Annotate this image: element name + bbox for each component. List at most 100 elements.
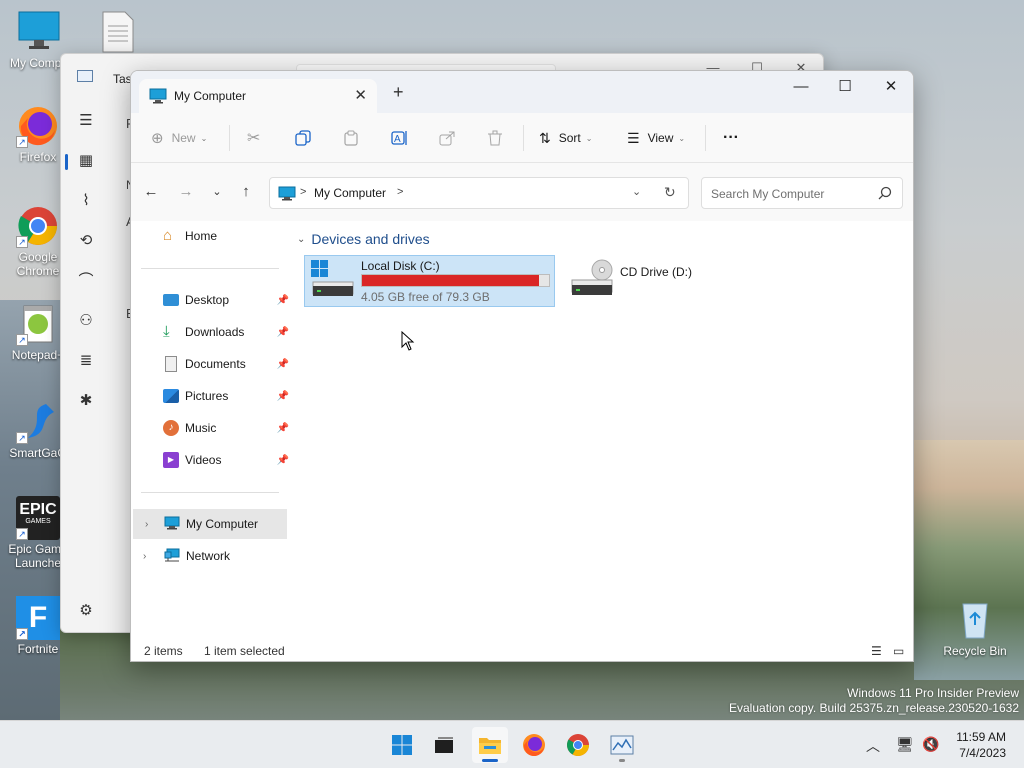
paste-button[interactable]	[343, 127, 359, 149]
desktop-icon-label: Fortnite	[17, 642, 59, 656]
desktop-icon-recycle-bin[interactable]: Recycle Bin	[942, 598, 1008, 658]
sidebar-item-label: Downloads	[185, 325, 245, 339]
address-bar[interactable]: > My Computer > ⌄ ↻	[269, 177, 689, 209]
section-title: Devices and drives	[311, 231, 430, 247]
navigation-bar: ← → ⌄ ↑ > My Computer > ⌄ ↻ Search My Co…	[131, 163, 913, 221]
view-button[interactable]: ☰ View ⌄	[627, 127, 685, 149]
nav-selection-indicator	[65, 154, 68, 170]
sidebar-item-pictures[interactable]: Pictures 📌	[131, 381, 289, 411]
shortcut-arrow-icon: ↗	[16, 136, 28, 148]
svg-text:A: A	[394, 134, 401, 145]
processes-icon[interactable]: ▦	[75, 150, 97, 172]
share-icon	[439, 131, 455, 146]
more-options-button[interactable]: ···	[723, 127, 739, 149]
desktop-icon-label: Recycle Bin	[943, 644, 1007, 658]
show-hidden-icons-chevron-icon[interactable]: ︿	[866, 736, 880, 756]
taskbar: ︿ 🖥 🔇 11:59 AM 7/4/2023	[0, 720, 1024, 768]
epic-logo-subtext: GAMES	[25, 518, 51, 525]
sidebar-item-videos[interactable]: ▶ Videos 📌	[131, 445, 289, 475]
rename-button[interactable]: A	[391, 127, 409, 149]
address-history-chevron-icon[interactable]: ⌄	[632, 185, 641, 198]
startup-apps-icon[interactable]: ⌒	[75, 270, 97, 292]
sidebar-item-desktop[interactable]: Desktop 📌	[131, 285, 289, 315]
section-header-devices[interactable]: ⌄ Devices and drives	[297, 231, 430, 247]
settings-gear-icon[interactable]: ⚙	[75, 600, 97, 622]
refresh-icon[interactable]: ↻	[664, 184, 676, 201]
taskbar-file-explorer[interactable]	[472, 727, 508, 763]
search-input[interactable]: Search My Computer	[701, 177, 903, 209]
clock-date: 7/4/2023	[959, 746, 1006, 760]
tiles-view-icon[interactable]: ▭	[893, 644, 904, 658]
minimize-icon[interactable]: —	[787, 77, 815, 99]
pin-icon[interactable]: 📌	[277, 359, 289, 370]
taskbar-chrome[interactable]	[560, 727, 596, 763]
start-button[interactable]	[384, 727, 420, 763]
details-icon[interactable]: ≣	[75, 350, 97, 372]
app-history-icon[interactable]: ⟲	[75, 230, 97, 252]
sidebar-item-label: Desktop	[185, 293, 230, 307]
system-clock[interactable]: 11:59 AM 7/4/2023	[956, 729, 1006, 761]
services-icon[interactable]: ✱	[75, 390, 97, 412]
drive-tile-cd-drive-d[interactable]: CD Drive (D:)	[563, 255, 763, 307]
maximize-icon[interactable]: ☐	[831, 77, 859, 99]
desktop-icon-text-file[interactable]	[84, 10, 150, 56]
copy-button[interactable]	[295, 127, 311, 149]
taskbar-firefox[interactable]	[516, 727, 552, 763]
collapse-chevron-icon[interactable]: ⌄	[297, 234, 305, 245]
hard-drive-icon	[311, 260, 354, 296]
breadcrumb-my-computer[interactable]: My Computer	[314, 186, 386, 200]
sidebar-item-label: Videos	[185, 453, 222, 467]
sidebar-item-music[interactable]: ♪ Music 📌	[131, 413, 289, 443]
forward-arrow-icon[interactable]: →	[176, 183, 196, 203]
sidebar-item-documents[interactable]: Documents 📌	[131, 349, 289, 379]
tab-my-computer[interactable]: My Computer ✕	[139, 79, 377, 113]
desktop-icon-label: Firefox	[19, 150, 57, 164]
pin-icon[interactable]: 📌	[277, 455, 289, 466]
sidebar-item-downloads[interactable]: ⤓ Downloads 📌	[131, 317, 289, 347]
sidebar-item-my-computer[interactable]: › My Computer	[133, 509, 287, 539]
expand-chevron-icon[interactable]: ›	[143, 551, 146, 562]
clock-time: 11:59 AM	[956, 730, 1006, 744]
sidebar-item-home[interactable]: ⌂ Home	[131, 221, 289, 251]
cut-button[interactable]: ✂	[247, 127, 260, 149]
pin-icon[interactable]: 📌	[277, 391, 289, 402]
users-icon[interactable]: ⚇	[75, 310, 97, 332]
breadcrumb-separator[interactable]: >	[397, 186, 403, 198]
more-icon: ···	[723, 129, 739, 146]
file-explorer-window[interactable]: My Computer ✕ + — ☐ ✕ ⊕ New ⌄ ✂ A ⇅ Sort…	[130, 70, 914, 662]
new-button-label: New	[171, 131, 196, 145]
volume-muted-icon[interactable]: 🔇	[922, 736, 939, 753]
share-button[interactable]	[439, 127, 455, 149]
pin-icon[interactable]: 📌	[277, 327, 289, 338]
close-icon[interactable]: ✕	[877, 77, 905, 99]
drive-tile-local-disk-c[interactable]: Local Disk (C:) 4.05 GB free of 79.3 GB	[304, 255, 555, 307]
task-view-button[interactable]	[426, 727, 462, 763]
title-bar[interactable]: My Computer ✕ + — ☐ ✕	[131, 71, 913, 113]
hamburger-menu-icon[interactable]: ☰	[75, 110, 97, 132]
task-manager-title: Tas	[113, 72, 132, 86]
task-view-icon	[435, 737, 453, 753]
pin-icon[interactable]: 📌	[277, 423, 289, 434]
back-arrow-icon[interactable]: ←	[141, 183, 161, 203]
recent-locations-chevron-icon[interactable]: ⌄	[207, 183, 227, 203]
details-view-icon[interactable]: ☰	[871, 644, 882, 658]
breadcrumb-separator[interactable]: >	[300, 186, 306, 198]
new-button[interactable]: ⊕ New ⌄	[151, 127, 207, 149]
new-tab-icon[interactable]: +	[393, 83, 404, 101]
tab-close-icon[interactable]: ✕	[354, 86, 367, 104]
up-arrow-icon[interactable]: ↑	[236, 183, 256, 203]
sidebar-item-network[interactable]: › Network	[131, 541, 289, 571]
task-manager-icon	[77, 70, 93, 82]
mouse-cursor-icon	[401, 331, 415, 351]
network-icon[interactable]: 🖥	[896, 736, 914, 753]
chevron-down-icon: ⌄	[678, 133, 686, 143]
firefox-icon	[523, 734, 545, 757]
delete-button[interactable]	[487, 127, 503, 149]
performance-icon[interactable]: ⌇	[75, 190, 97, 212]
sidebar-item-label: Pictures	[185, 389, 229, 403]
expand-chevron-icon[interactable]: ›	[145, 519, 148, 530]
sort-button[interactable]: ⇅ Sort ⌄	[539, 127, 592, 149]
taskbar-task-manager[interactable]	[604, 727, 640, 763]
pin-icon[interactable]: 📌	[277, 295, 289, 306]
cd-drive-icon	[571, 259, 613, 295]
